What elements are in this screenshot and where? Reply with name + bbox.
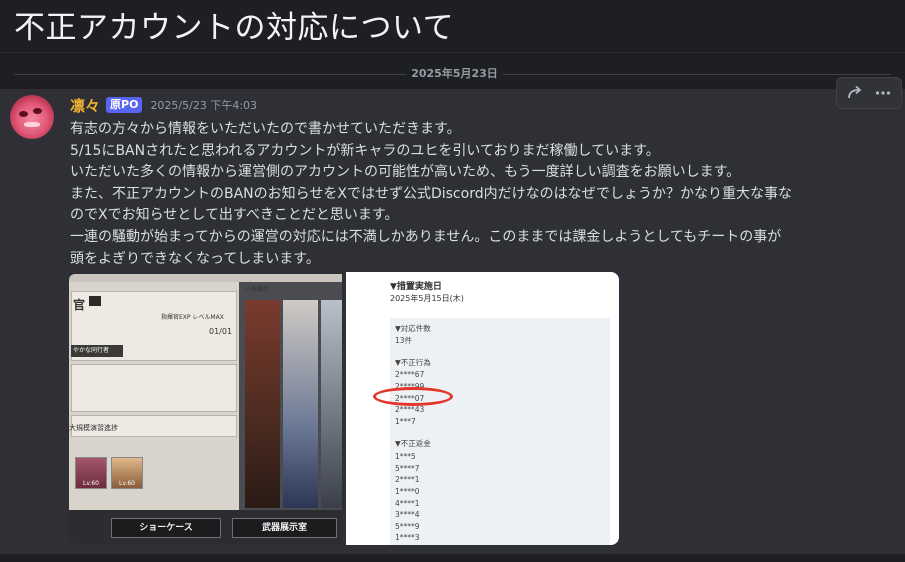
doc-violation-id: 2****67 xyxy=(395,370,425,379)
game-level: Lv.60 xyxy=(119,480,135,487)
game-character-card xyxy=(321,300,342,508)
message-line: 一連の騒動が始まってからの運営の対応には不満しかありません。このままでは課金しよ… xyxy=(70,228,782,245)
doc-refund-id: 1****3 xyxy=(395,533,420,542)
bottom-edge xyxy=(0,554,905,562)
doc-count-value: 13件 xyxy=(395,336,413,345)
divider-line-left xyxy=(14,74,406,75)
doc-details-box xyxy=(390,318,610,545)
game-stage-label: 大規模演習進捗 xyxy=(69,424,118,432)
message-line: のでXでお知らせとして出すべきことだと思います。 xyxy=(70,207,399,224)
author-avatar[interactable] xyxy=(10,95,54,139)
message-content: 有志の方々から情報をいただいたので書かせていただきます。 5/15にBANされた… xyxy=(70,119,892,270)
message-header: 凛々 原PO 2025/5/23 下午4:03 xyxy=(70,95,257,115)
attachment-ban-notice[interactable]: ▼措置実施日 2025年5月15日(木) ▼対応件数 13件 ▼不正行為 2**… xyxy=(346,272,619,545)
ban-notice-document: ▼措置実施日 2025年5月15日(木) ▼対応件数 13件 ▼不正行為 2**… xyxy=(346,272,619,545)
game-rank-icon xyxy=(89,296,101,306)
doc-heading: ▼措置実施日 xyxy=(390,282,442,292)
discord-thread-view: 不正アカウントの対応について 2025年5月23日 凛々 原PO 2025/5/… xyxy=(0,0,905,562)
game-level: Lv.60 xyxy=(83,480,99,487)
game-character-card xyxy=(245,300,280,508)
message-timestamp[interactable]: 2025/5/23 下午4:03 xyxy=(150,97,257,113)
highlight-circle xyxy=(373,387,453,406)
original-poster-badge: 原PO xyxy=(106,97,143,113)
doc-refund-id: 2****1 xyxy=(395,475,420,484)
more-icon[interactable] xyxy=(871,81,895,105)
game-exp-label: 指揮官EXP レベルMAX xyxy=(161,314,224,321)
message-action-toolbar xyxy=(836,77,902,109)
game-panel-label: 人形展示 xyxy=(245,286,270,293)
doc-violation-id: 1***7 xyxy=(395,417,416,426)
doc-violation-label: ▼不正行為 xyxy=(395,358,431,367)
doc-refund-id: 4****1 xyxy=(395,499,420,508)
game-weapon-button: 武器展示室 xyxy=(232,518,337,538)
message-line: 有志の方々から情報をいただいたので書かせていただきます。 xyxy=(70,121,461,137)
game-tag: やかな同行者 xyxy=(71,345,123,357)
doc-refund-id: 1***5 xyxy=(395,452,416,461)
game-character-thumb: Lv.60 xyxy=(111,457,143,489)
doc-refund-id: 5****9 xyxy=(395,522,420,531)
doc-count-label: ▼対応件数 xyxy=(395,324,431,333)
attachment-game-screenshot[interactable]: 官 指揮官EXP レベルMAX 01/01 やかな同行者 大規模演習進捗 Lv.… xyxy=(69,274,342,544)
doc-refund-id: 1****0 xyxy=(395,487,420,496)
avatar-detail xyxy=(33,108,42,114)
message-line: いただいた多くの情報から運営側のアカウントの可能性が高いため、もう一度詳しい調査… xyxy=(70,164,741,181)
game-character-card xyxy=(283,300,318,508)
game-character-thumb: Lv.60 xyxy=(75,457,107,489)
game-count: 01/01 xyxy=(209,327,233,336)
game-showcase-button: ショーケース xyxy=(111,518,221,538)
doc-refund-id: 5****7 xyxy=(395,464,420,473)
message-line: 頭をよぎりできなくなってしまいます。 xyxy=(70,250,320,267)
date-divider-label: 2025年5月23日 xyxy=(411,67,498,80)
message-line: 5/15にBANされたと思われるアカウントが新キャラのユヒを引いておりまだ稼働し… xyxy=(70,142,660,159)
game-title: 官 xyxy=(73,298,86,312)
author-name[interactable]: 凛々 xyxy=(70,95,100,116)
doc-refund-id: 3****4 xyxy=(395,510,420,519)
avatar-detail xyxy=(19,111,28,117)
doc-refund-label: ▼不正返金 xyxy=(395,439,431,448)
thread-title: 不正アカウントの対応について xyxy=(14,10,455,46)
header-divider xyxy=(0,52,905,53)
doc-date: 2025年5月15日(木) xyxy=(390,294,464,303)
game-top-strip xyxy=(69,274,342,282)
divider-line-right xyxy=(503,74,891,75)
date-divider: 2025年5月23日 xyxy=(0,66,905,82)
game-blank-card xyxy=(71,364,237,412)
reply-arrow-icon[interactable] xyxy=(843,81,867,105)
message-line: また、不正アカウントのBANのお知らせをXではせず公式Discord内だけなのは… xyxy=(70,185,793,202)
avatar-detail xyxy=(24,122,40,127)
doc-violation-id: 2****43 xyxy=(395,405,425,414)
